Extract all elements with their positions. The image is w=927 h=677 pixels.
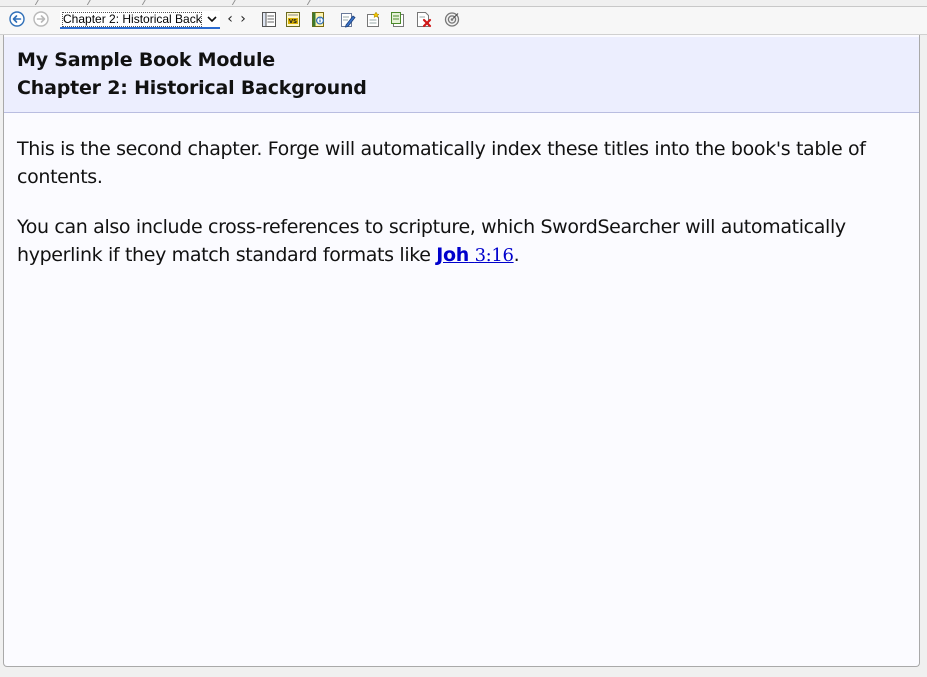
tab-strip: [0, 0, 927, 7]
verse-list-icon: VS: [286, 12, 300, 27]
chapter-body: This is the second chapter. Forge will a…: [17, 135, 907, 292]
verse-list-button[interactable]: VS: [285, 11, 301, 28]
target-icon: [444, 12, 460, 27]
chevron-down-icon: [206, 13, 218, 27]
module-info-icon: [312, 12, 325, 27]
tab-divider: [141, 0, 150, 5]
tab-divider: [86, 0, 95, 5]
copy-note-button[interactable]: [390, 11, 406, 28]
paragraph: This is the second chapter. Forge will a…: [17, 138, 866, 188]
chapter-header: My Sample Book Module Chapter 2: Histori…: [4, 37, 919, 113]
book-toolbar: Chapter 2: Historical Backg ‹ › VS: [0, 7, 927, 35]
module-info-button[interactable]: [310, 11, 326, 28]
book-content-pane: My Sample Book Module Chapter 2: Histori…: [3, 35, 920, 667]
book-viewer-window: Chapter 2: Historical Backg ‹ › VS My Sa…: [0, 0, 927, 677]
status-strip: [0, 668, 927, 677]
back-button[interactable]: [9, 11, 25, 27]
forward-arrow-circle-icon: [33, 11, 49, 27]
scripture-link-reference: 3:16: [474, 245, 514, 266]
copy-note-icon: [391, 12, 404, 27]
back-arrow-circle-icon: [9, 11, 25, 27]
chapter-select[interactable]: Chapter 2: Historical Backg: [60, 11, 220, 29]
tab-divider: [34, 0, 43, 5]
tab-divider: [231, 0, 240, 5]
edit-note-icon: [341, 13, 356, 28]
table-of-contents-button[interactable]: [261, 11, 277, 28]
edit-note-button[interactable]: [340, 11, 356, 28]
chapter-select-value: Chapter 2: Historical Backg: [62, 12, 202, 27]
scripture-link-book: Joh: [436, 244, 469, 266]
forward-button[interactable]: [33, 11, 49, 27]
delete-note-button[interactable]: [416, 11, 432, 28]
table-of-contents-icon: [262, 12, 276, 27]
book-title: My Sample Book Module: [17, 49, 275, 71]
sync-target-button[interactable]: [444, 11, 460, 28]
chapter-title: Chapter 2: Historical Background: [17, 77, 367, 99]
new-note-icon: [367, 11, 380, 27]
paragraph-text: You can also include cross-references to…: [17, 216, 846, 266]
paragraph-end: .: [513, 244, 520, 266]
tab-divider: [306, 0, 315, 5]
previous-chapter-button[interactable]: ‹: [225, 12, 235, 28]
delete-icon: [417, 12, 432, 28]
svg-text:VS: VS: [289, 19, 297, 25]
scripture-reference-link[interactable]: Joh 3:16: [436, 244, 514, 266]
paragraph: You can also include cross-references to…: [17, 213, 907, 270]
next-chapter-button[interactable]: ›: [238, 12, 248, 28]
new-note-button[interactable]: [365, 11, 381, 28]
